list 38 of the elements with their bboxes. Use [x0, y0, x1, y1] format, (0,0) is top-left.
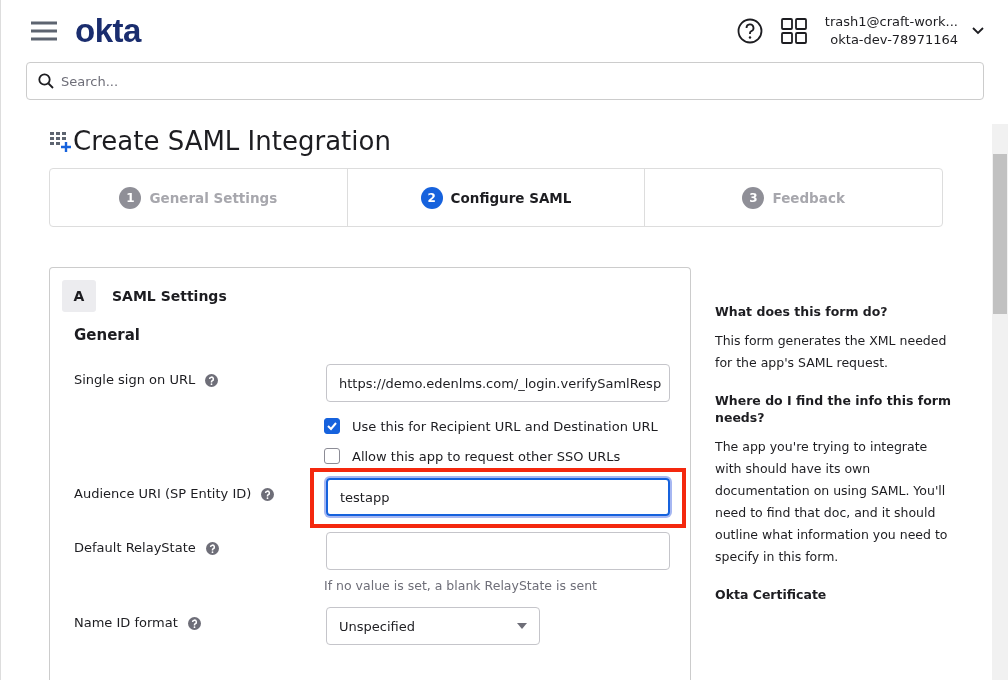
step-number: 1	[119, 186, 142, 209]
subsection-title: General	[74, 326, 141, 344]
help-heading: Okta Certificate	[715, 586, 828, 603]
field-hint: If no value is set, a blank RelayState is sent	[324, 578, 598, 593]
scrollbar[interactable]	[992, 124, 1008, 680]
search-icon	[38, 73, 54, 89]
input-field[interactable]: https://demo.edenlms.com/_login.verifySamlResp	[326, 364, 670, 402]
user-email[interactable]: trash1@craft-work...	[824, 13, 958, 31]
page-title: Create SAML Integration	[73, 126, 391, 156]
step-number: 3	[742, 186, 765, 209]
field-label: Default RelayState	[74, 540, 196, 555]
help-heading: What does this form do?	[715, 303, 889, 320]
menu-icon[interactable]	[31, 21, 57, 41]
field-label: Name ID format	[74, 615, 178, 630]
step-tab[interactable]: 2 Configure SAML	[346, 169, 645, 226]
add-app-icon	[49, 129, 73, 153]
logo[interactable]: okta	[75, 12, 141, 50]
search-field[interactable]: Search...	[26, 62, 984, 100]
checkbox[interactable]	[324, 448, 340, 464]
help-icon[interactable]	[736, 18, 763, 44]
help-text: The app you're trying to integrate with should have its own documentation on using SAML. You'll need to find that doc, and it should outline what information you need to specify in this form.	[715, 438, 949, 566]
checkbox-label: Use this for Recipient URL and Destination URL	[352, 418, 658, 434]
section-title: SAML Settings	[112, 288, 227, 304]
field-label: Single sign on URL	[74, 372, 196, 387]
help-text: This form generates the XML needed for the app's SAML request.	[715, 332, 948, 372]
select-field[interactable]: Unspecified	[326, 607, 540, 645]
field-label: Audience URI (SP Entity ID)	[74, 486, 252, 501]
help-heading: Where do I find the info this form needs?	[715, 392, 952, 426]
org-name: okta-dev-78971164	[830, 31, 958, 49]
checkbox[interactable]	[324, 418, 340, 434]
dropdown-icon	[517, 623, 527, 629]
input-field[interactable]	[326, 532, 670, 570]
caret-icon[interactable]	[972, 27, 984, 35]
input-field[interactable]: testapp	[326, 478, 670, 516]
section-letter: A	[62, 280, 96, 312]
checkbox-label: Allow this app to request other SSO URLs	[352, 448, 621, 464]
step-number: 2	[420, 186, 443, 209]
apps-grid-icon[interactable]	[780, 18, 807, 44]
